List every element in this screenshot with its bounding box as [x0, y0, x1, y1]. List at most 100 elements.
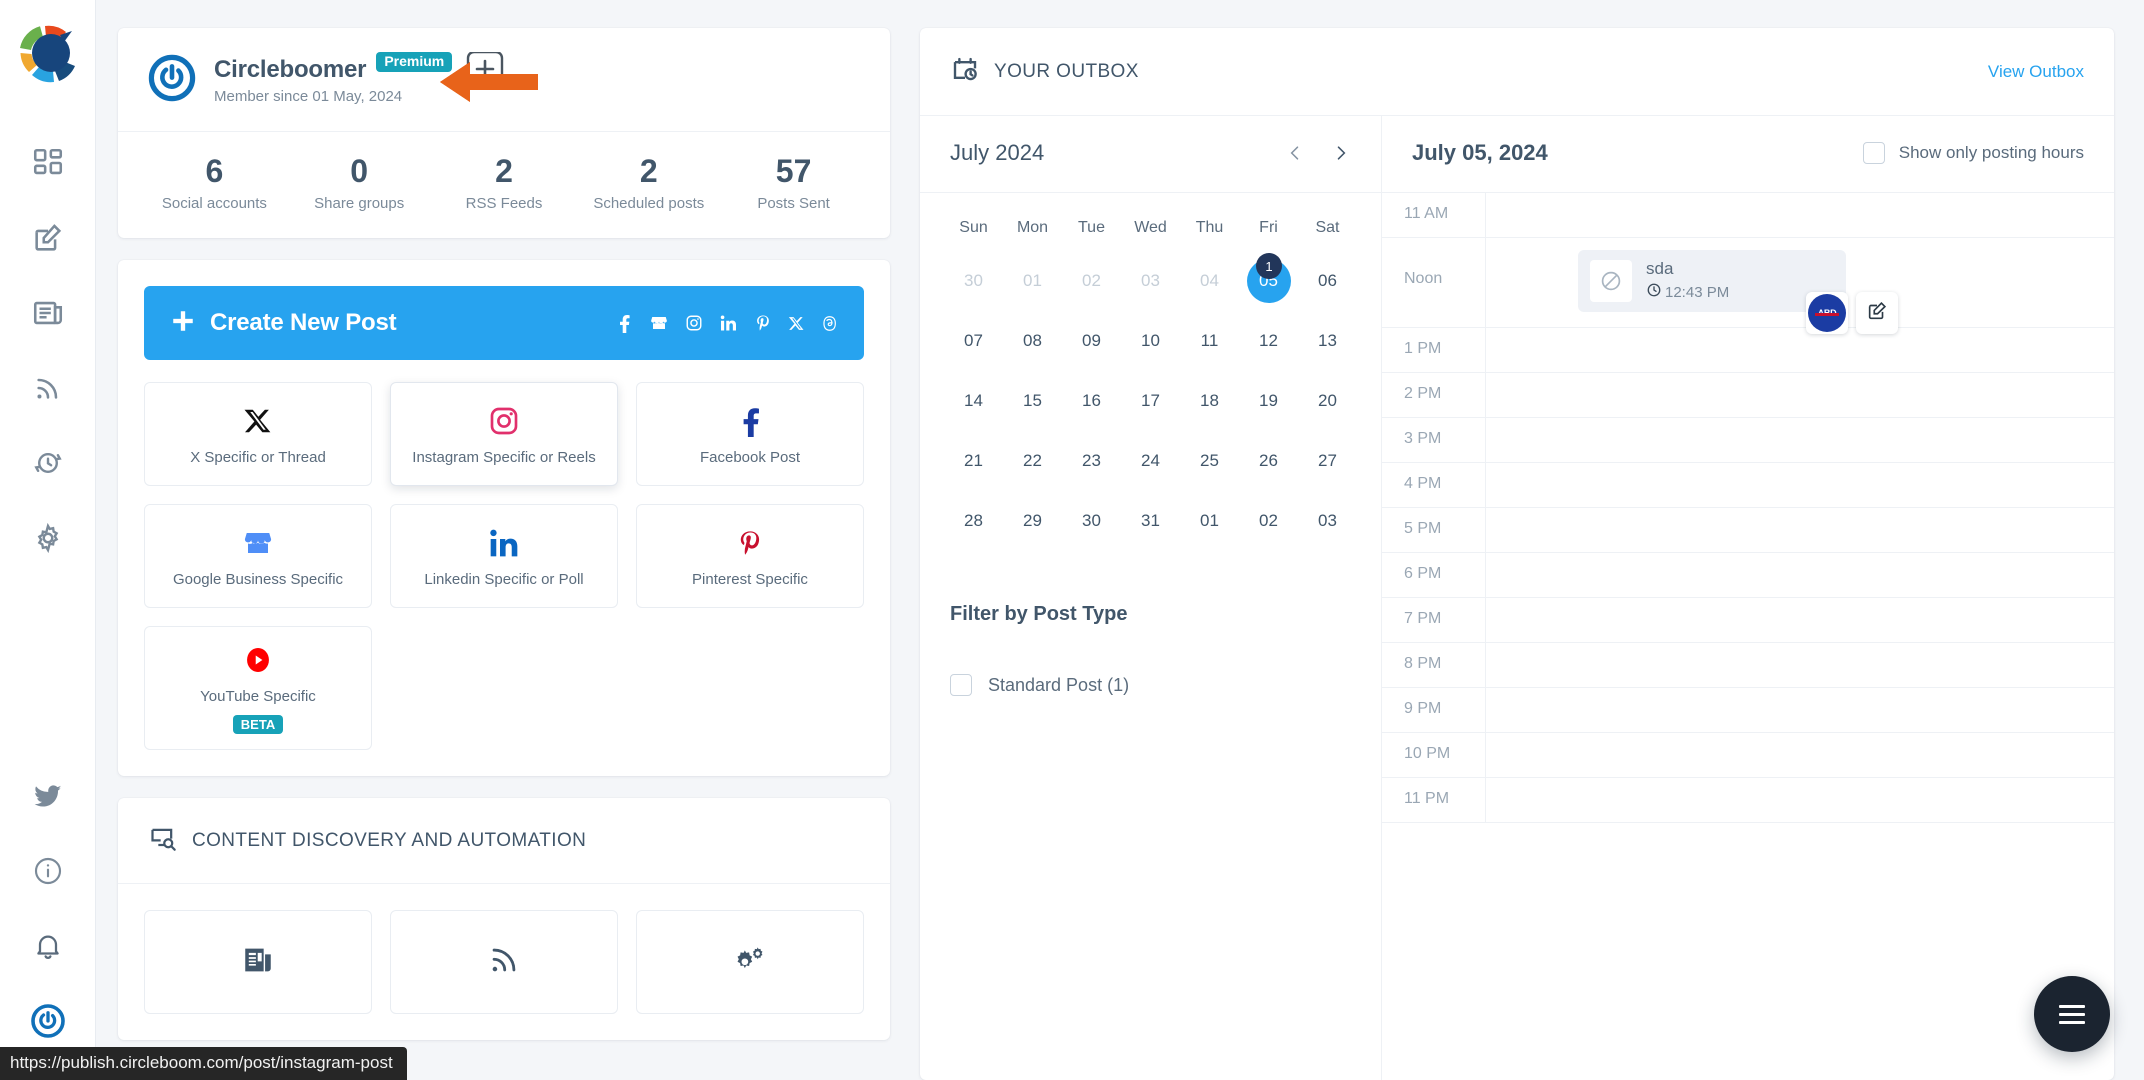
calendar-day[interactable]: 17 [1121, 371, 1180, 431]
filter-checkbox[interactable] [950, 674, 972, 696]
time-slot-body[interactable] [1486, 463, 2114, 507]
time-slot-body[interactable] [1486, 508, 2114, 552]
filter-option-standard-post[interactable]: Standard Post (1) [950, 674, 1351, 696]
calendar-day[interactable]: 27 [1298, 431, 1357, 491]
calendar-day[interactable]: 29 [1003, 491, 1062, 551]
calendar-day[interactable]: 20 [1298, 371, 1357, 431]
sidebar-item-news[interactable] [0, 275, 96, 350]
time-slot-body[interactable] [1486, 733, 2114, 777]
selected-date-label: July 05, 2024 [1412, 140, 1548, 165]
cd-card-rss-feeds[interactable] [390, 910, 618, 1015]
calendar-day[interactable]: 10 [1121, 311, 1180, 371]
calendar-day[interactable]: 08 [1003, 311, 1062, 371]
time-slot-body[interactable] [1486, 553, 2114, 597]
calendar-day[interactable]: 06 [1298, 251, 1357, 311]
time-slot[interactable]: 11 AM [1382, 193, 2114, 238]
time-slot[interactable]: 9 PM [1382, 688, 2114, 733]
stat-posts-sent: 57 Posts Sent [721, 153, 866, 212]
calendar-day[interactable]: 11 [1180, 311, 1239, 371]
calendar-day[interactable]: 26 [1239, 431, 1298, 491]
create-new-post-button[interactable]: Create New Post [144, 286, 864, 361]
calendar-day[interactable]: 04 [1180, 251, 1239, 311]
calendar-day[interactable]: 03 [1121, 251, 1180, 311]
time-slot[interactable]: 8 PM [1382, 643, 2114, 688]
calendar-day[interactable]: 24 [1121, 431, 1180, 491]
calendar-day[interactable]: 30 [1062, 491, 1121, 551]
calendar-day[interactable]: 01 [1180, 491, 1239, 551]
cd-card-automation[interactable] [636, 910, 864, 1015]
calendar-day[interactable]: 15 [1003, 371, 1062, 431]
calendar-day[interactable]: 18 [1180, 371, 1239, 431]
time-slot[interactable]: 1 PM [1382, 328, 2114, 373]
time-slot[interactable]: 2 PM [1382, 373, 2114, 418]
calendar-day[interactable]: 02 [1062, 251, 1121, 311]
circleboom-logo[interactable] [16, 22, 80, 91]
calendar-day[interactable]: 30 [944, 251, 1003, 311]
calendar-day[interactable]: 14 [944, 371, 1003, 431]
time-slot[interactable]: Noon sda 12:43 PM ABD [1382, 238, 2114, 334]
calendar-day[interactable]: 12 [1239, 311, 1298, 371]
calendar-week-row: 21 22 23 24 25 26 27 [944, 431, 1357, 491]
post-type-instagram[interactable]: Instagram Specific or Reels [390, 382, 618, 487]
sidebar-item-dashboard[interactable] [0, 125, 96, 200]
time-slot-body[interactable] [1486, 643, 2114, 687]
post-type-linkedin[interactable]: Linkedin Specific or Poll [390, 504, 618, 609]
calendar-day[interactable]: 25 [1180, 431, 1239, 491]
calendar-day[interactable]: 28 [944, 491, 1003, 551]
time-slot-body[interactable] [1486, 373, 2114, 417]
sidebar-item-rss[interactable] [0, 350, 96, 425]
time-slot[interactable]: 11 PM [1382, 778, 2114, 823]
day-post-count-badge: 1 [1256, 253, 1282, 279]
time-slot-body[interactable] [1486, 418, 2114, 462]
calendar-day[interactable]: 07 [944, 311, 1003, 371]
sidebar-item-notifications[interactable] [0, 908, 96, 983]
post-type-facebook[interactable]: Facebook Post [636, 382, 864, 487]
post-type-x[interactable]: X Specific or Thread [144, 382, 372, 487]
calendar-day[interactable]: 13 [1298, 311, 1357, 371]
post-type-google-business[interactable]: Google Business Specific [144, 504, 372, 609]
calendar-day[interactable]: 19 [1239, 371, 1298, 431]
show-posting-hours-toggle[interactable]: Show only posting hours [1862, 142, 2084, 164]
content-discovery-body [118, 884, 890, 1040]
google-business-icon [242, 525, 274, 561]
calendar-day[interactable]: 23 [1062, 431, 1121, 491]
time-slot-body[interactable] [1486, 328, 2114, 372]
chevron-right-icon[interactable] [1331, 141, 1351, 165]
calendar-day[interactable]: 21 [944, 431, 1003, 491]
calendar-day[interactable]: 03 [1298, 491, 1357, 551]
calendar-day[interactable]: 31 [1121, 491, 1180, 551]
stat-value: 2 [495, 153, 513, 189]
time-slot-body[interactable] [1486, 778, 2114, 822]
posting-hours-checkbox[interactable] [1862, 142, 1885, 164]
time-slot[interactable]: 3 PM [1382, 418, 2114, 463]
scheduled-post-event[interactable]: sda 12:43 PM ABD [1578, 250, 1898, 334]
sidebar-item-settings[interactable] [0, 500, 96, 575]
calendar-day-selected[interactable]: 05 1 [1239, 251, 1298, 311]
time-slot[interactable]: 6 PM [1382, 553, 2114, 598]
time-slot[interactable]: 7 PM [1382, 598, 2114, 643]
sidebar-item-info[interactable] [0, 833, 96, 908]
facebook-icon [737, 403, 763, 439]
time-slot[interactable]: 4 PM [1382, 463, 2114, 508]
time-slot[interactable]: 5 PM [1382, 508, 2114, 553]
time-slot-body[interactable]: sda 12:43 PM ABD [1486, 238, 2114, 334]
calendar-day[interactable]: 01 [1003, 251, 1062, 311]
time-slot[interactable]: 10 PM [1382, 733, 2114, 778]
calendar-day[interactable]: 16 [1062, 371, 1121, 431]
cd-card-articles[interactable] [144, 910, 372, 1015]
floating-menu-button[interactable] [2034, 976, 2110, 1052]
sidebar-item-history[interactable] [0, 425, 96, 500]
calendar-day[interactable]: 09 [1062, 311, 1121, 371]
time-slot-body[interactable] [1486, 193, 2114, 237]
post-type-youtube[interactable]: YouTube Specific BETA [144, 626, 372, 751]
chevron-left-icon[interactable] [1285, 141, 1305, 165]
view-outbox-link[interactable]: View Outbox [1988, 62, 2084, 82]
sidebar-item-twitter[interactable] [0, 758, 96, 833]
calendar-day[interactable]: 22 [1003, 431, 1062, 491]
time-slot-body[interactable] [1486, 688, 2114, 732]
calendar-day[interactable]: 02 [1239, 491, 1298, 551]
sidebar-item-compose[interactable] [0, 200, 96, 275]
dow-sat: Sat [1315, 219, 1340, 236]
time-slot-body[interactable] [1486, 598, 2114, 642]
post-type-pinterest[interactable]: Pinterest Specific [636, 504, 864, 609]
